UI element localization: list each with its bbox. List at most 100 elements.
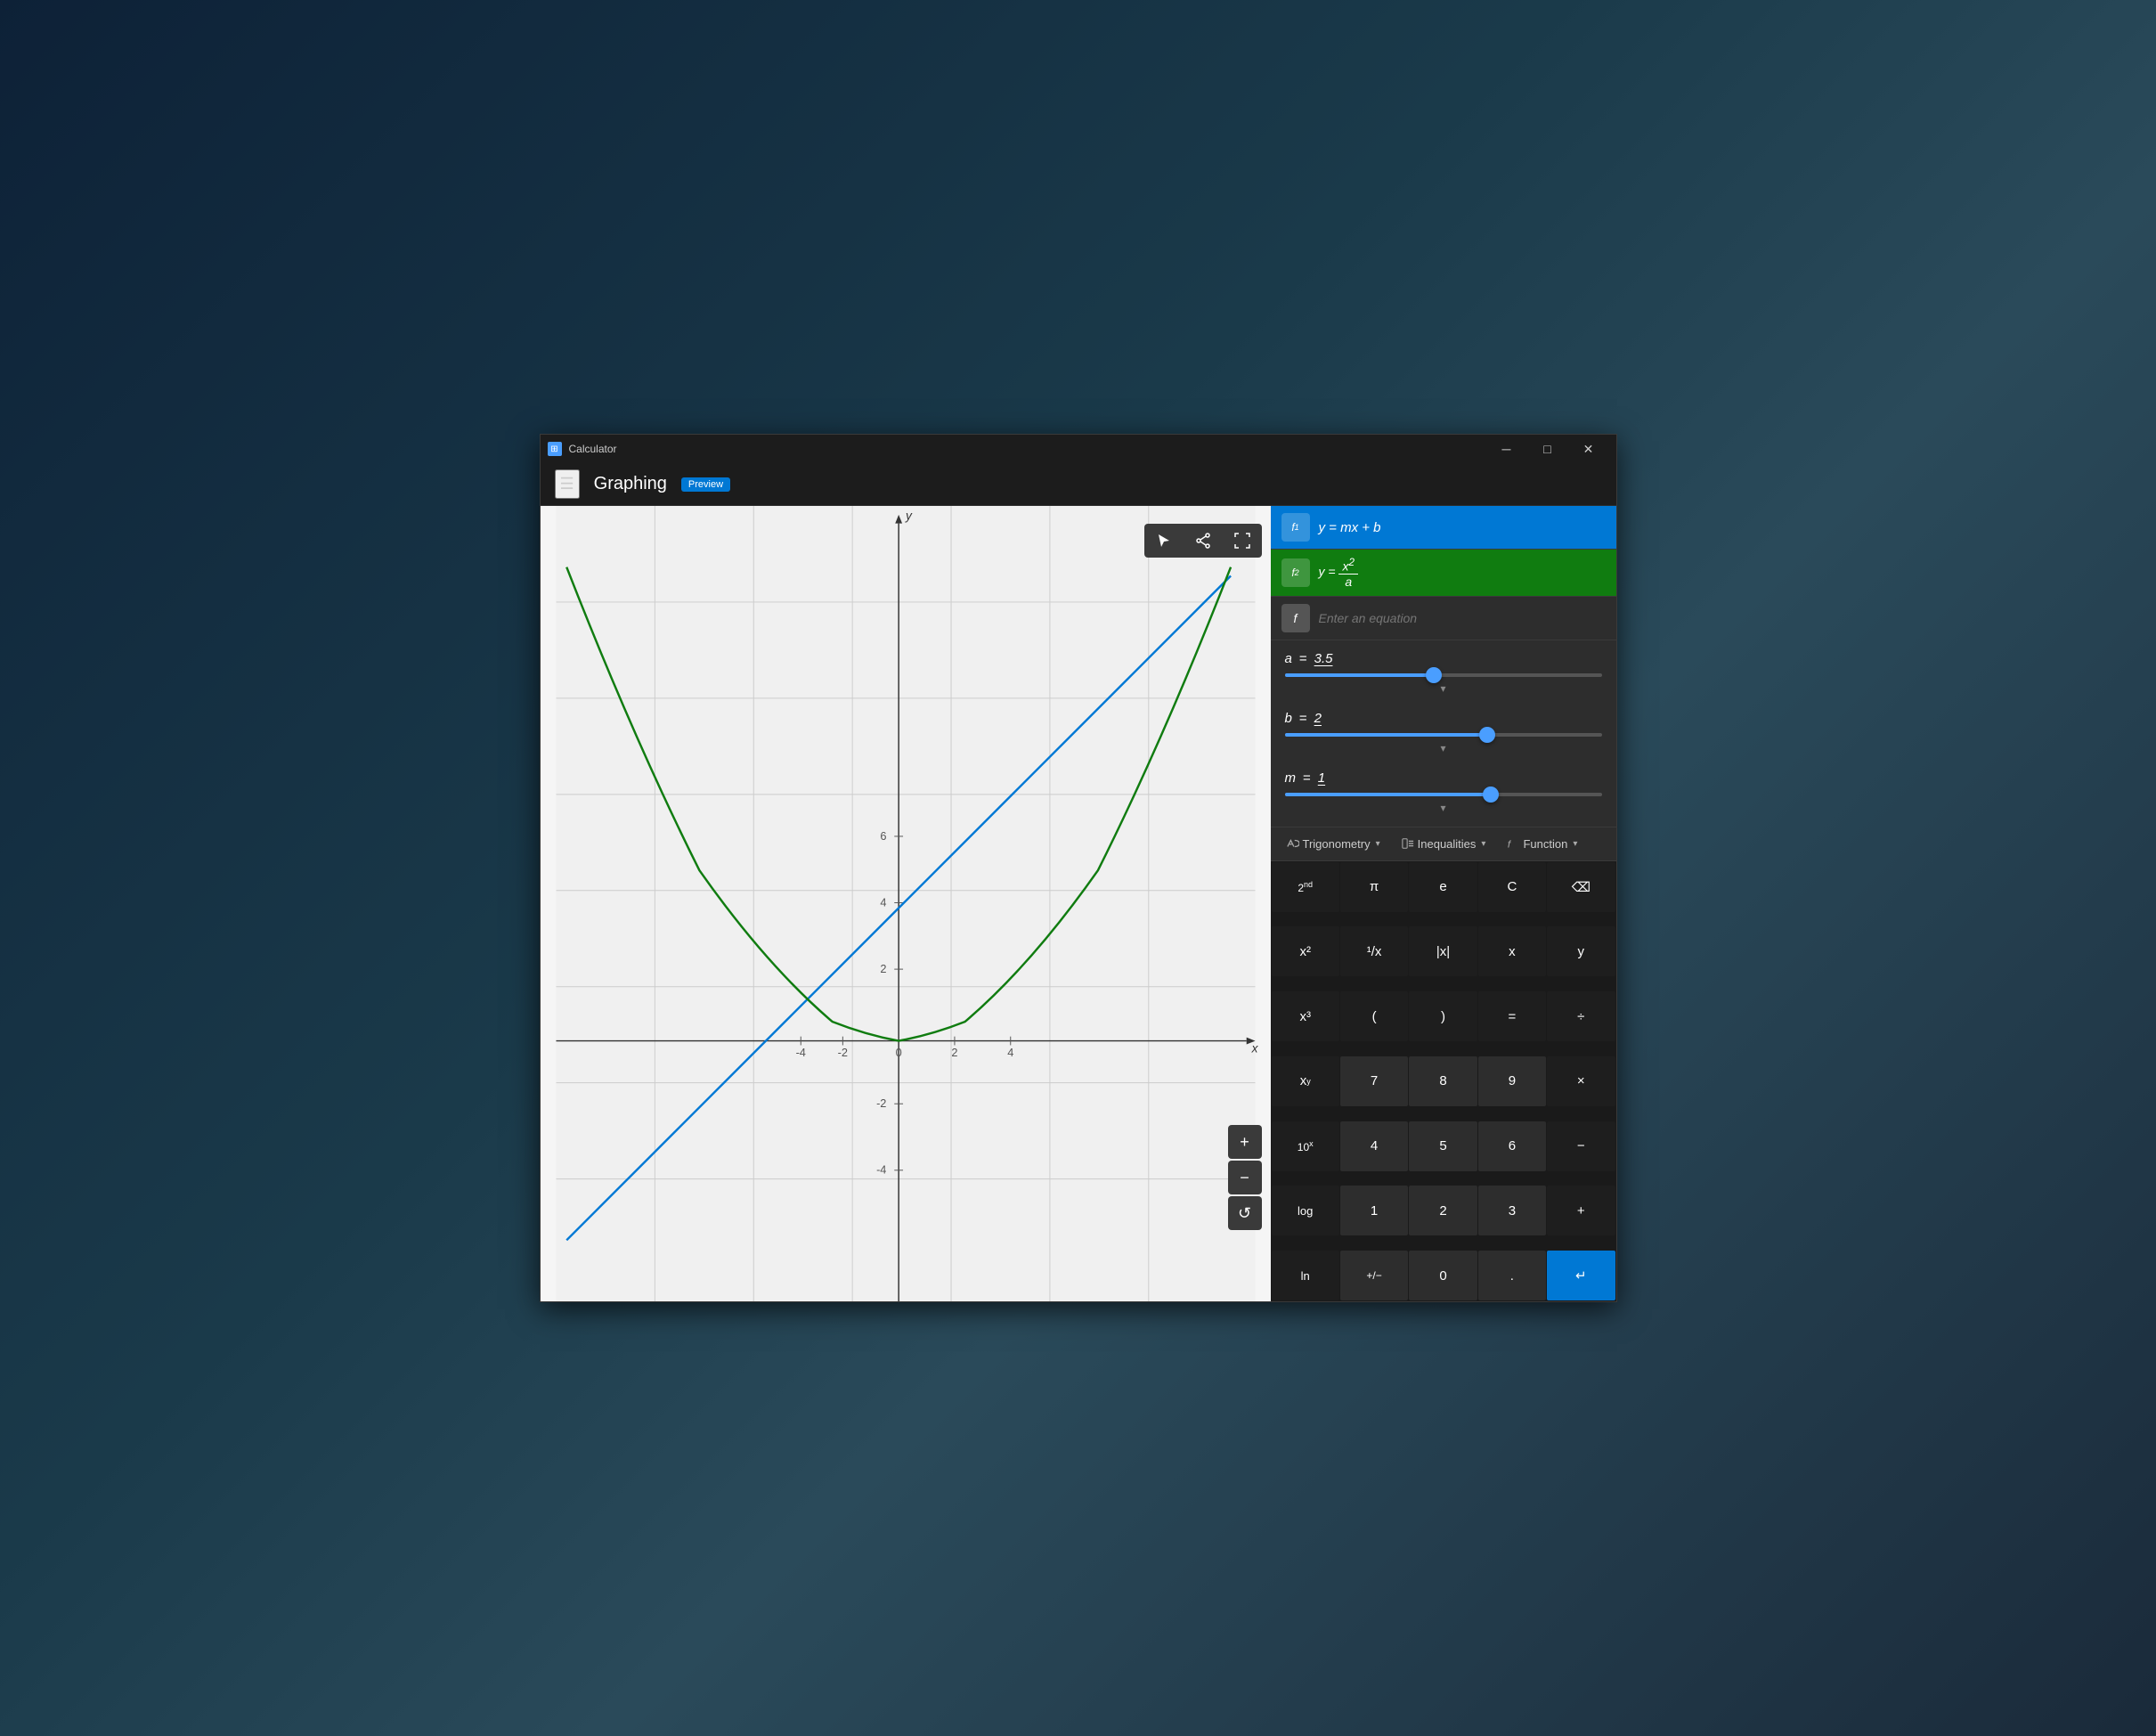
key-subtract[interactable]: −: [1547, 1121, 1615, 1171]
key-7[interactable]: 7: [1340, 1056, 1408, 1106]
svg-text:-4: -4: [795, 1046, 805, 1059]
svg-text:2: 2: [880, 962, 886, 975]
keyboard-toolbar: Trigonometry ▾ Inequalities ▾ f Function…: [1271, 827, 1616, 861]
key-2nd[interactable]: 2nd: [1272, 862, 1339, 912]
key-multiply[interactable]: ×: [1547, 1056, 1615, 1106]
eq-badge-f2: f2: [1281, 558, 1310, 587]
key-6[interactable]: 6: [1478, 1121, 1546, 1171]
key-reciprocal[interactable]: ¹/x: [1340, 926, 1408, 976]
function-button[interactable]: f Function ▾: [1498, 833, 1586, 855]
key-x-squared[interactable]: x²: [1272, 926, 1339, 976]
slider-m-thumb[interactable]: [1483, 786, 1499, 803]
key-0[interactable]: 0: [1409, 1251, 1477, 1300]
zoom-out-button[interactable]: −: [1228, 1161, 1262, 1194]
graph-svg: x y -4 -2 0 2 4 4 2 -2 -4 6: [541, 506, 1271, 1301]
trig-chevron: ▾: [1376, 839, 1380, 849]
trigonometry-button[interactable]: Trigonometry ▾: [1278, 833, 1389, 855]
slider-a-track[interactable]: [1285, 673, 1602, 677]
menu-button[interactable]: ☰: [555, 469, 580, 499]
maximize-button[interactable]: □: [1527, 435, 1568, 463]
key-9[interactable]: 9: [1478, 1056, 1546, 1106]
equation-list: f1 y = mx + b f2 y = x2a f: [1271, 506, 1616, 640]
zoom-in-button[interactable]: +: [1228, 1125, 1262, 1159]
key-x-to-y[interactable]: xy: [1272, 1056, 1339, 1106]
key-5[interactable]: 5: [1409, 1121, 1477, 1171]
minimize-button[interactable]: ─: [1486, 435, 1527, 463]
close-button[interactable]: ✕: [1568, 435, 1609, 463]
graph-toolbar: [1144, 524, 1262, 558]
zoom-controls: + − ↺: [1228, 1125, 1262, 1230]
key-close-paren[interactable]: ): [1409, 991, 1477, 1041]
eq-badge-f3: f: [1281, 604, 1310, 632]
key-y[interactable]: y: [1547, 926, 1615, 976]
slider-a-container: [1285, 673, 1602, 677]
share-tool-button[interactable]: [1184, 524, 1223, 558]
app-icon: ⊞: [548, 442, 562, 456]
equation-item-f1[interactable]: f1 y = mx + b: [1271, 506, 1616, 550]
inequalities-button[interactable]: Inequalities ▾: [1393, 833, 1495, 855]
var-m-expand-button[interactable]: ▾: [1285, 800, 1602, 816]
variable-b-row: b = 2 ▾: [1285, 711, 1602, 756]
func-icon: f: [1507, 837, 1519, 850]
key-8[interactable]: 8: [1409, 1056, 1477, 1106]
keypad-row-7: ln +/− 0 . ↵: [1272, 1251, 1615, 1300]
slider-b-fill: [1285, 733, 1488, 737]
key-decimal[interactable]: .: [1478, 1251, 1546, 1300]
keypad-row-1: 2nd π e C ⌫: [1272, 862, 1615, 926]
var-a-name: a: [1285, 651, 1292, 666]
key-abs[interactable]: |x|: [1409, 926, 1477, 976]
var-b-expand-button[interactable]: ▾: [1285, 740, 1602, 756]
graph-area: x y -4 -2 0 2 4 4 2 -2 -4 6: [541, 506, 1271, 1301]
slider-a-thumb[interactable]: [1426, 667, 1442, 683]
svg-text:2: 2: [951, 1046, 957, 1059]
slider-b-track[interactable]: [1285, 733, 1602, 737]
var-m-value: 1: [1318, 770, 1325, 786]
var-b-value: 2: [1314, 711, 1322, 726]
variable-m-label: m = 1: [1285, 770, 1602, 786]
key-backspace[interactable]: ⌫: [1547, 862, 1615, 912]
key-e[interactable]: e: [1409, 862, 1477, 912]
key-enter[interactable]: ↵: [1547, 1251, 1615, 1300]
key-x-cubed[interactable]: x³: [1272, 991, 1339, 1041]
key-log[interactable]: log: [1272, 1186, 1339, 1235]
variable-a-row: a = 3.5 ▾: [1285, 651, 1602, 697]
key-plusminus[interactable]: +/−: [1340, 1251, 1408, 1300]
key-1[interactable]: 1: [1340, 1186, 1408, 1235]
key-equals[interactable]: =: [1478, 991, 1546, 1041]
key-divide[interactable]: ÷: [1547, 991, 1615, 1041]
equation-item-f2[interactable]: f2 y = x2a: [1271, 550, 1616, 597]
keyboard-area: Trigonometry ▾ Inequalities ▾ f Function…: [1271, 827, 1616, 1301]
key-open-paren[interactable]: (: [1340, 991, 1408, 1041]
equation-input[interactable]: [1319, 611, 1606, 625]
var-m-name: m: [1285, 770, 1297, 786]
key-x[interactable]: x: [1478, 926, 1546, 976]
reset-zoom-button[interactable]: ↺: [1228, 1196, 1262, 1230]
key-3[interactable]: 3: [1478, 1186, 1546, 1235]
window-controls: ─ □ ✕: [1486, 435, 1609, 463]
key-2[interactable]: 2: [1409, 1186, 1477, 1235]
key-ln[interactable]: ln: [1272, 1251, 1339, 1300]
var-a-expand-button[interactable]: ▾: [1285, 681, 1602, 697]
variables-panel: a = 3.5 ▾ b =: [1271, 640, 1616, 827]
key-add[interactable]: +: [1547, 1186, 1615, 1235]
slider-m-fill: [1285, 793, 1491, 796]
func-label: Function: [1523, 837, 1567, 851]
key-pi[interactable]: π: [1340, 862, 1408, 912]
slider-b-thumb[interactable]: [1479, 727, 1495, 743]
func-chevron: ▾: [1573, 839, 1577, 849]
ineq-label: Inequalities: [1418, 837, 1477, 851]
slider-m-track[interactable]: [1285, 793, 1602, 796]
eq-text-f2: y = x2a: [1319, 557, 1358, 589]
key-10x[interactable]: 10x: [1272, 1121, 1339, 1171]
slider-a-fill: [1285, 673, 1434, 677]
keypad-row-3: x³ ( ) = ÷: [1272, 991, 1615, 1055]
variable-b-label: b = 2: [1285, 711, 1602, 726]
svg-text:0: 0: [895, 1046, 901, 1059]
key-clear[interactable]: C: [1478, 862, 1546, 912]
equation-item-f3[interactable]: f: [1271, 597, 1616, 640]
fullscreen-tool-button[interactable]: [1223, 524, 1262, 558]
app-title-bar: Calculator: [569, 443, 617, 455]
keypad-row-6: log 1 2 3 +: [1272, 1186, 1615, 1250]
cursor-tool-button[interactable]: [1144, 524, 1184, 558]
key-4[interactable]: 4: [1340, 1121, 1408, 1171]
